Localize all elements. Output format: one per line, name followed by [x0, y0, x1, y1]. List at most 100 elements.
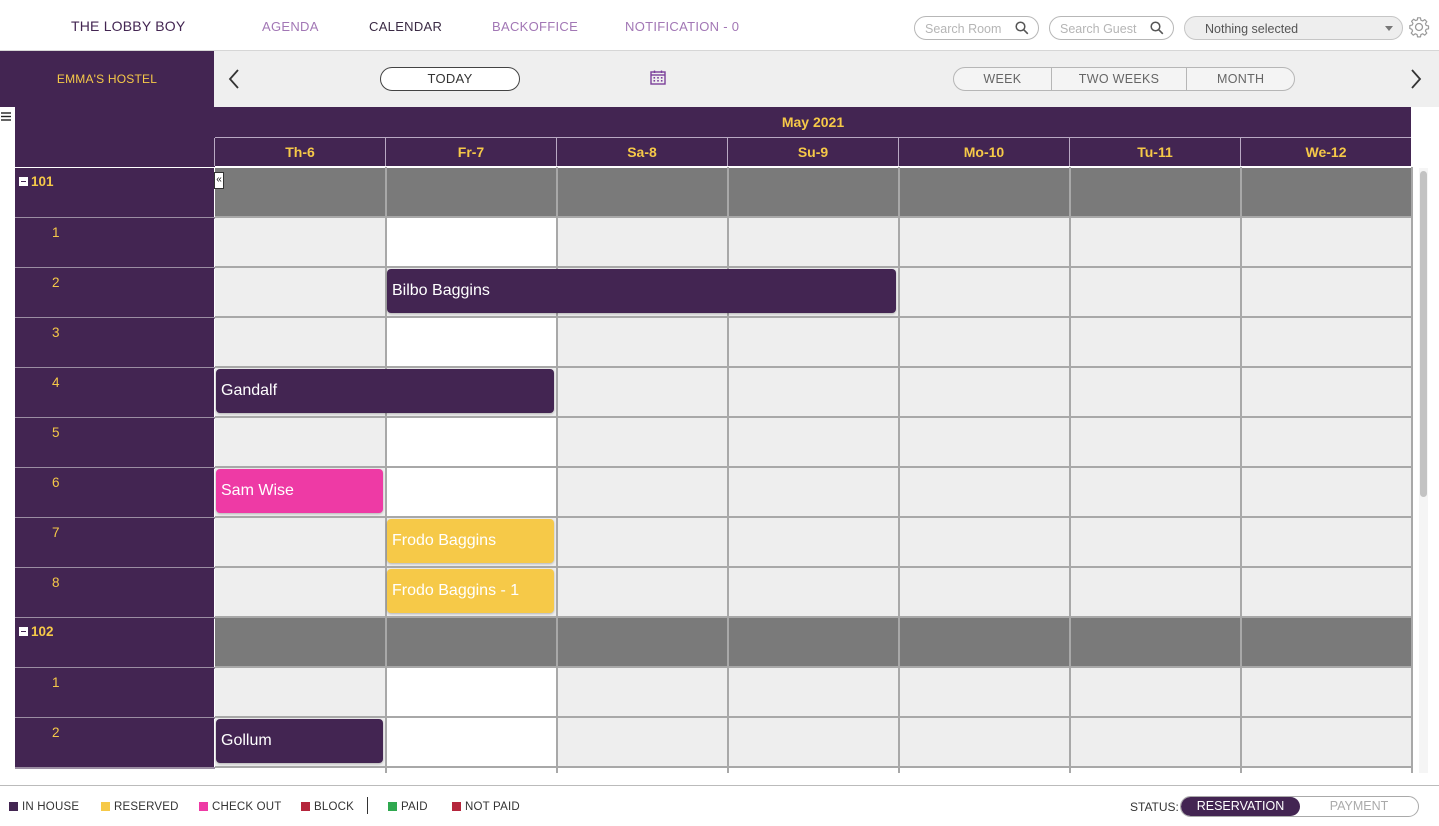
day-header[interactable]: We-12	[1241, 138, 1411, 166]
day-cell[interactable]	[1070, 268, 1240, 316]
day-cell[interactable]	[215, 318, 385, 366]
day-header[interactable]: Th-6	[215, 138, 385, 166]
day-header[interactable]: Tu-11	[1070, 138, 1240, 166]
day-cell[interactable]	[1070, 318, 1240, 366]
group-cell[interactable]	[215, 618, 385, 666]
day-cell[interactable]	[1241, 518, 1411, 566]
day-cell[interactable]	[557, 368, 727, 416]
day-cell[interactable]	[1241, 418, 1411, 466]
booking-bar[interactable]: Frodo Baggins - 1	[387, 569, 554, 613]
day-cell[interactable]	[728, 418, 898, 466]
day-cell[interactable]	[728, 368, 898, 416]
group-cell[interactable]	[386, 168, 556, 216]
day-cell[interactable]	[728, 518, 898, 566]
day-cell[interactable]	[1241, 218, 1411, 266]
group-cell[interactable]	[1070, 618, 1240, 666]
group-cell[interactable]	[728, 618, 898, 666]
chevron-left-icon[interactable]	[227, 68, 241, 90]
menu-icon[interactable]	[0, 110, 12, 122]
group-cell[interactable]	[557, 618, 727, 666]
day-cell[interactable]	[899, 718, 1069, 766]
day-cell[interactable]	[899, 518, 1069, 566]
day-cell[interactable]	[728, 718, 898, 766]
booking-bar[interactable]: Bilbo Baggins	[387, 269, 896, 313]
day-cell[interactable]	[557, 318, 727, 366]
day-cell[interactable]	[215, 218, 385, 266]
day-cell[interactable]	[1241, 668, 1411, 716]
day-cell[interactable]	[899, 268, 1069, 316]
day-cell[interactable]	[728, 568, 898, 616]
day-cell[interactable]	[899, 368, 1069, 416]
booking-bar[interactable]: Gollum	[216, 719, 383, 763]
group-cell[interactable]	[899, 618, 1069, 666]
day-cell[interactable]	[728, 668, 898, 716]
day-cell[interactable]	[1241, 368, 1411, 416]
group-cell[interactable]	[728, 168, 898, 216]
booking-bar[interactable]: Sam Wise	[216, 469, 383, 513]
group-cell[interactable]	[557, 168, 727, 216]
calendar-icon[interactable]	[650, 70, 666, 85]
expand-sidebar-button[interactable]: «	[214, 172, 224, 189]
day-cell[interactable]	[1070, 368, 1240, 416]
status-payment-button[interactable]: PAYMENT	[1300, 797, 1418, 816]
group-cell[interactable]	[1241, 618, 1411, 666]
day-cell[interactable]	[557, 418, 727, 466]
search-room-input[interactable]	[925, 20, 1012, 37]
day-cell[interactable]	[899, 568, 1069, 616]
day-cell[interactable]	[1070, 518, 1240, 566]
day-cell[interactable]	[728, 218, 898, 266]
day-cell[interactable]	[1241, 318, 1411, 366]
booking-bar[interactable]: Frodo Baggins	[387, 519, 554, 563]
day-cell[interactable]	[1241, 468, 1411, 516]
day-cell[interactable]	[557, 218, 727, 266]
day-cell[interactable]	[728, 318, 898, 366]
day-cell[interactable]	[1241, 568, 1411, 616]
gear-icon[interactable]	[1408, 16, 1430, 38]
collapse-icon[interactable]	[19, 627, 28, 636]
status-reservation-button[interactable]: RESERVATION	[1181, 797, 1300, 816]
day-cell[interactable]	[386, 218, 556, 266]
day-cell[interactable]	[557, 718, 727, 766]
group-cell[interactable]	[1241, 168, 1411, 216]
day-cell[interactable]	[899, 318, 1069, 366]
day-cell[interactable]	[899, 468, 1069, 516]
range-week[interactable]: WEEK	[954, 68, 1051, 90]
day-cell[interactable]	[386, 718, 556, 766]
day-cell[interactable]	[1070, 218, 1240, 266]
app-logo[interactable]: THE LOBBY BOY	[71, 18, 185, 34]
chevron-right-icon[interactable]	[1409, 68, 1423, 90]
day-header[interactable]: Fr-7	[386, 138, 556, 166]
nav-calendar[interactable]: CALENDAR	[369, 19, 442, 34]
booking-bar[interactable]: Gandalf	[216, 369, 554, 413]
day-cell[interactable]	[899, 668, 1069, 716]
day-cell[interactable]	[386, 418, 556, 466]
search-guest-input[interactable]	[1060, 20, 1147, 37]
group-cell[interactable]	[1070, 168, 1240, 216]
property-select[interactable]: Nothing selected	[1184, 16, 1403, 40]
day-cell[interactable]	[1070, 718, 1240, 766]
range-two-weeks[interactable]: TWO WEEKS	[1050, 68, 1187, 90]
day-cell[interactable]	[215, 668, 385, 716]
group-cell[interactable]	[215, 168, 385, 216]
search-icon[interactable]	[1150, 21, 1164, 35]
day-cell[interactable]	[215, 568, 385, 616]
day-cell[interactable]	[1070, 418, 1240, 466]
day-cell[interactable]	[215, 268, 385, 316]
day-cell[interactable]	[899, 218, 1069, 266]
day-cell[interactable]	[1070, 568, 1240, 616]
day-cell[interactable]	[728, 468, 898, 516]
day-header[interactable]: Mo-10	[899, 138, 1069, 166]
scrollbar-thumb[interactable]	[1420, 171, 1427, 497]
collapse-icon[interactable]	[19, 177, 28, 186]
day-cell[interactable]	[386, 668, 556, 716]
day-header[interactable]: Sa-8	[557, 138, 727, 166]
day-header[interactable]: Su-9	[728, 138, 898, 166]
nav-backoffice[interactable]: BACKOFFICE	[492, 19, 578, 34]
nav-notification[interactable]: NOTIFICATION - 0	[625, 19, 739, 34]
group-cell[interactable]	[899, 168, 1069, 216]
day-cell[interactable]	[557, 568, 727, 616]
day-cell[interactable]	[215, 518, 385, 566]
today-button[interactable]: TODAY	[380, 67, 520, 91]
day-cell[interactable]	[386, 318, 556, 366]
day-cell[interactable]	[215, 418, 385, 466]
